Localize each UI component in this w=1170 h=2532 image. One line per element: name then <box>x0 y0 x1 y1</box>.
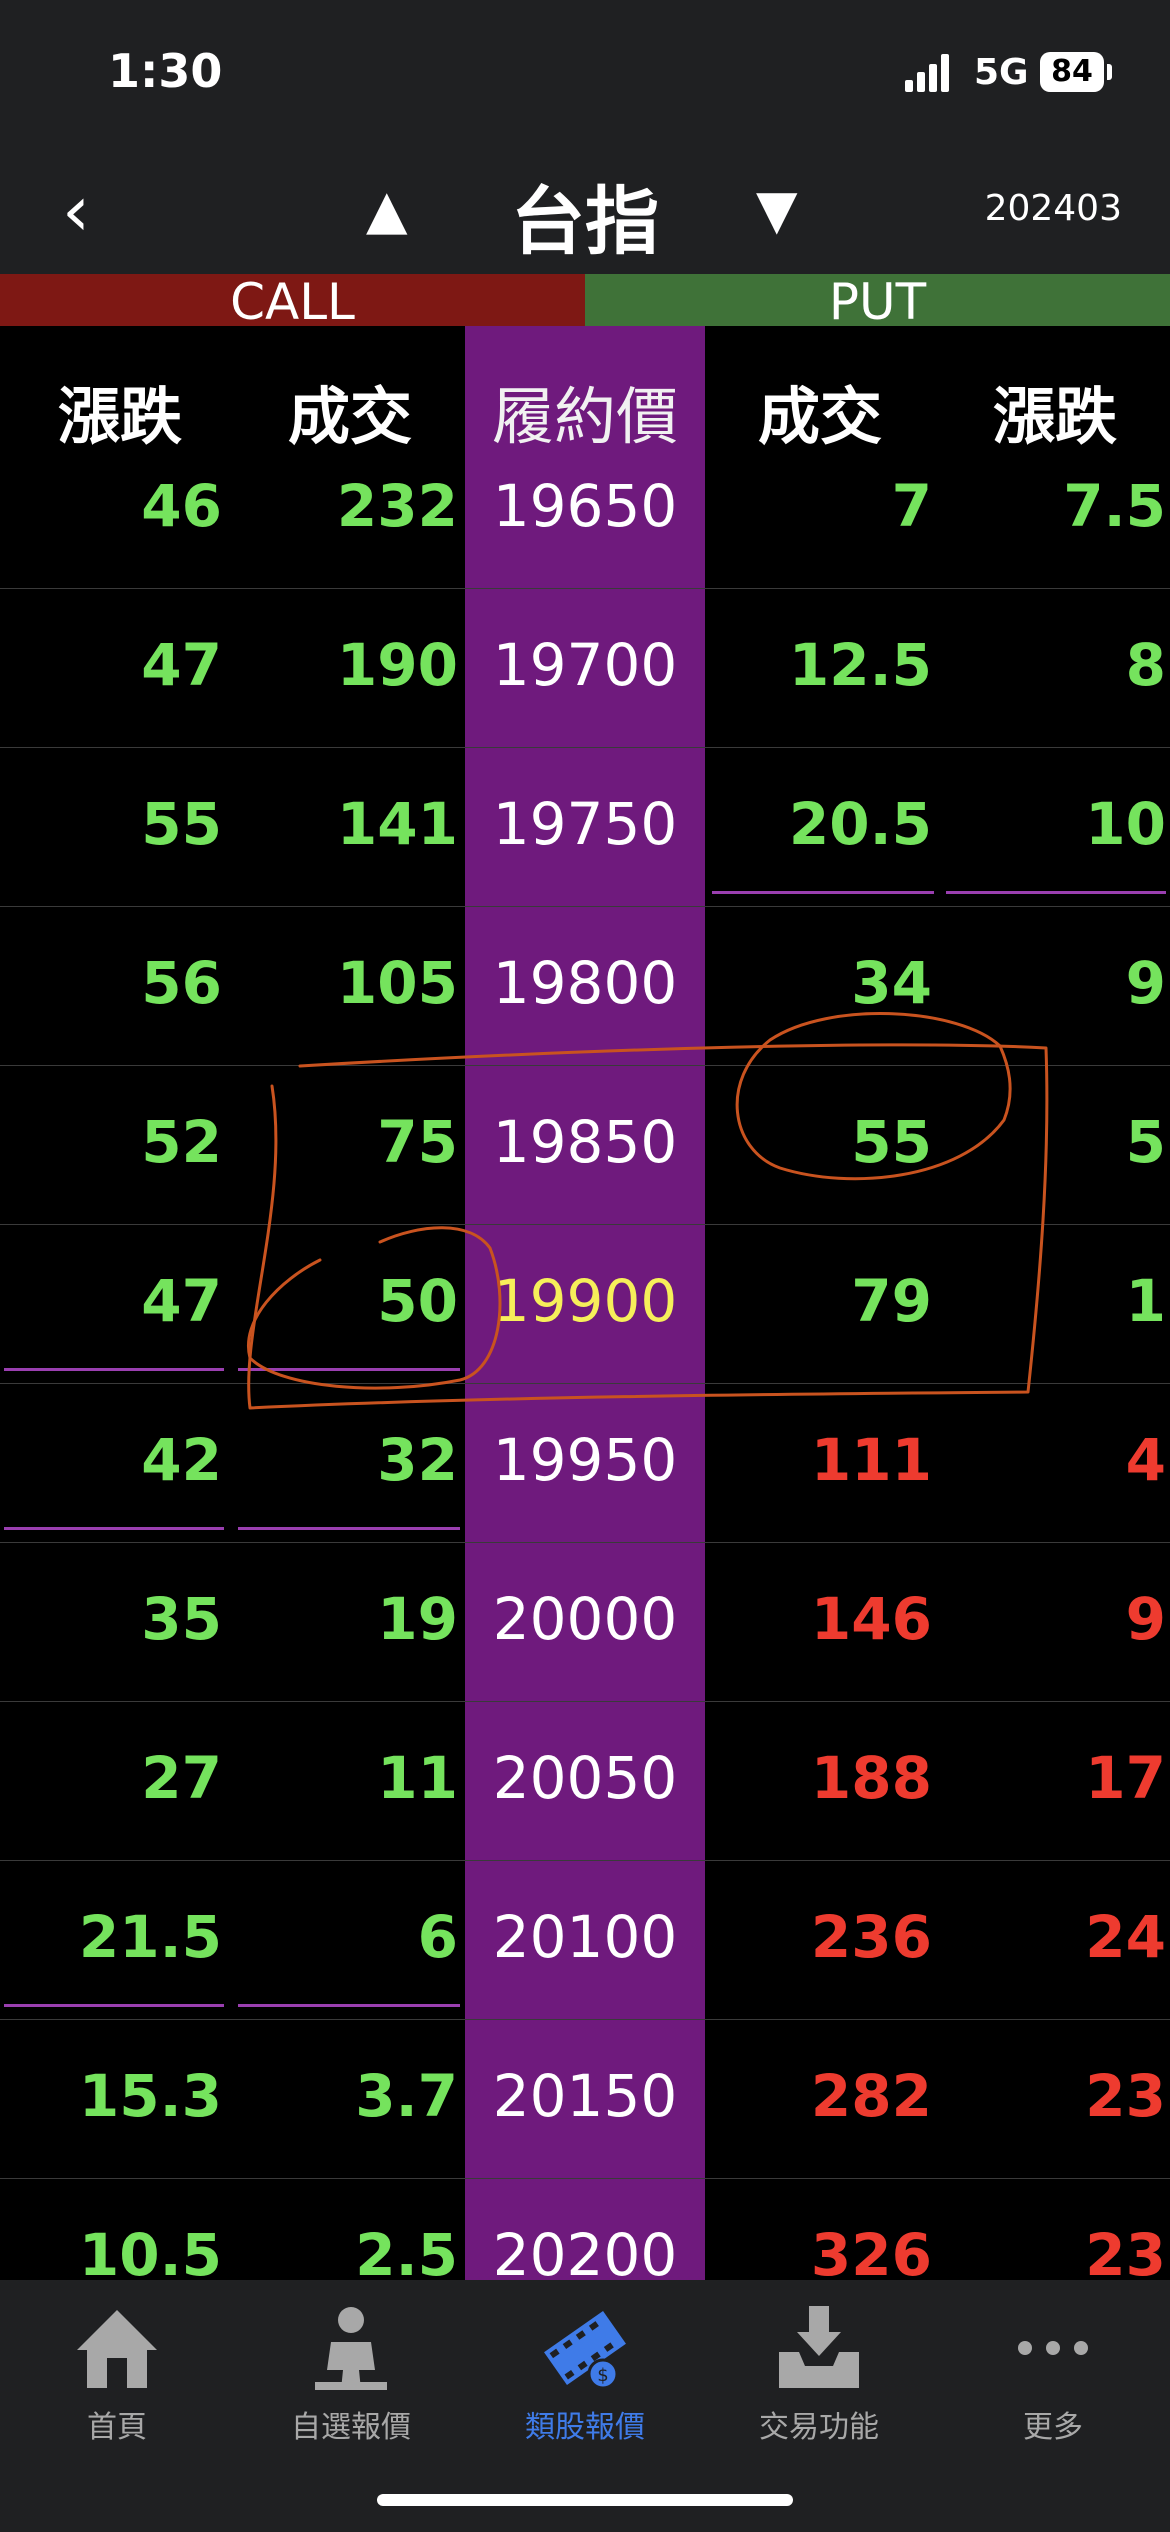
tab-home[interactable]: 首頁 <box>0 2298 234 2446</box>
inbox-download-icon <box>779 2306 859 2388</box>
film-coin-icon: $ <box>544 2310 626 2390</box>
home-indicator <box>377 2494 793 2506</box>
tab-label-home: 首頁 <box>87 2410 147 2445</box>
tab-more[interactable]: 更多 <box>936 2298 1170 2446</box>
bottom-tab-bar: 首頁 自選報價 $ 類股報價 交易功能 更多 <box>0 2280 1170 2532</box>
svg-text:$: $ <box>597 2365 608 2386</box>
tab-sector-quotes[interactable]: $ 類股報價 <box>468 2298 702 2446</box>
tab-label-more: 更多 <box>1023 2410 1083 2445</box>
person-icon <box>315 2307 387 2390</box>
tab-label-sector-quotes: 類股報價 <box>525 2410 645 2445</box>
tab-trading[interactable]: 交易功能 <box>702 2298 936 2446</box>
tab-label-trading: 交易功能 <box>759 2410 879 2445</box>
hand-drawn-annotation <box>247 1012 1049 1410</box>
tab-label-watchlist: 自選報價 <box>291 2410 411 2445</box>
tab-watchlist[interactable]: 自選報價 <box>234 2298 468 2446</box>
home-icon <box>77 2310 157 2388</box>
more-dots-icon <box>1018 2341 1088 2355</box>
